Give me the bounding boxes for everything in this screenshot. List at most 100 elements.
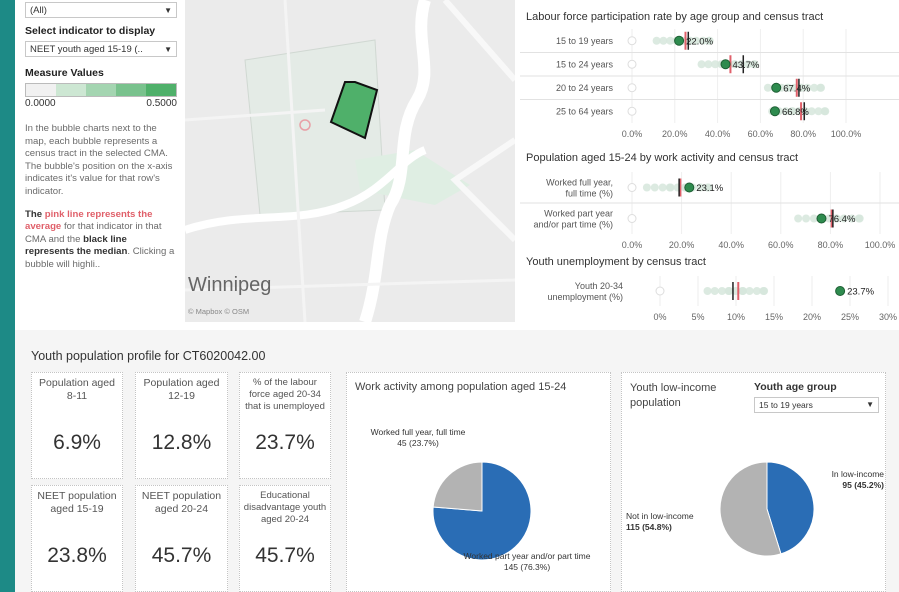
legend-swatch-2 [86, 84, 116, 96]
tract-bubble[interactable] [697, 60, 706, 69]
pie-slice-full-year[interactable] [432, 461, 483, 512]
dashboard: (All) ▼ Select indicator to display NEET… [15, 0, 899, 592]
card-value: 23.7% [255, 431, 315, 454]
work-activity-card: Work activity among population aged 15-2… [346, 372, 611, 592]
low-income-card: Youth low-income population Youth age gr… [621, 372, 886, 592]
tract-bubble[interactable] [763, 83, 772, 92]
tick-label: 0.0% [622, 240, 643, 250]
card-value: 45.7% [255, 544, 315, 567]
tract-bubble[interactable] [802, 214, 811, 223]
row-label: Worked full year, [546, 178, 613, 188]
axis-bubble [627, 106, 637, 116]
selected-value-label: 76.4% [828, 214, 855, 225]
axis-bubble [627, 36, 637, 46]
selected-tract-bubble[interactable] [674, 35, 685, 46]
axis-bubble [627, 83, 637, 93]
tick-label: 60.0% [748, 129, 774, 139]
tract-bubble[interactable] [820, 107, 829, 116]
tract-bubble[interactable] [703, 287, 712, 295]
tick-label: 0% [653, 312, 666, 322]
tract-bubble[interactable] [650, 183, 659, 192]
map-city-label: Winnipeg [188, 274, 272, 296]
wa-slice2-value: 145 (76.3%) [503, 562, 551, 572]
card-neet-15-19: NEET population aged 15-19 23.8% [31, 485, 123, 592]
row-label: 15 to 24 years [556, 59, 614, 69]
row-label: and/or part time (%) [533, 220, 613, 230]
low-income-pie[interactable] [719, 461, 815, 557]
tick-label: 80.0% [818, 240, 844, 250]
chart3-svg[interactable]: Youth 20-34unemployment (%) 23.7% 0% 5% 10% 1… [510, 276, 899, 326]
tract-bubble[interactable] [658, 183, 667, 192]
region-dropdown[interactable]: (All) ▼ [25, 2, 177, 18]
row-label: Youth 20-34 [575, 281, 623, 291]
selected-tract-bubble[interactable] [769, 106, 780, 117]
tick-label: 40.0% [705, 129, 731, 139]
work-activity-pie[interactable] [432, 461, 532, 561]
tract-bubble[interactable] [745, 287, 754, 295]
low-income-title: Youth low-income population [630, 382, 717, 409]
card-title: NEET population aged 20-24 [141, 490, 222, 515]
bubble-charts: Labour force participation rate by age g… [510, 0, 899, 322]
card-title: NEET population aged 15-19 [37, 490, 117, 515]
selected-tract-bubble[interactable] [816, 213, 827, 224]
row-label: unemployment (%) [547, 292, 623, 302]
card-value: 23.8% [47, 544, 107, 567]
chart1-title: Labour force participation rate by age g… [526, 11, 824, 23]
card-unemployed: % of the labour force aged 20-34 that is… [239, 372, 331, 479]
description-text: In the bubble charts next to the map, ea… [25, 123, 173, 197]
li-in-name: In low-income [831, 469, 884, 479]
tract-bubble[interactable] [724, 287, 733, 295]
tract-bubble[interactable] [854, 214, 863, 223]
tick-label: 20.0% [662, 129, 688, 139]
selected-tract-bubble[interactable] [835, 286, 846, 296]
chart1-svg[interactable]: 15 to 19 years 22.0% 15 to 24 years 43.7% 20… [510, 29, 899, 143]
tract-bubble[interactable] [794, 214, 803, 223]
tract-bubble[interactable] [642, 183, 651, 192]
tract-bubble[interactable] [816, 83, 825, 92]
legend-swatch-1 [56, 84, 86, 96]
card-title: % of the labour force aged 20-34 that is… [245, 377, 325, 412]
tract-bubble[interactable] [738, 287, 747, 295]
tract-bubble[interactable] [710, 287, 719, 295]
tract-bubble[interactable] [665, 183, 674, 192]
selected-value-label: 23.7% [847, 287, 874, 298]
tract-bubble[interactable] [704, 60, 713, 69]
selected-value-label: 23.1% [696, 183, 723, 194]
tract-bubble[interactable] [659, 36, 668, 45]
tick-label: 15% [765, 312, 783, 322]
tick-label: 10% [727, 312, 745, 322]
note-the: The [25, 208, 45, 220]
selected-tract-bubble[interactable] [771, 82, 782, 93]
selected-value-label: 66.8% [782, 107, 809, 118]
row-label: 25 to 64 years [556, 106, 614, 116]
selected-tract-bubble[interactable] [720, 59, 731, 70]
tract-bubble[interactable] [652, 36, 661, 45]
axis-bubble [627, 183, 637, 192]
legend-range: 0.0000 0.5000 [25, 98, 177, 109]
legend-max: 0.5000 [146, 98, 177, 109]
map-view[interactable]: Winnipeg © Mapbox © OSM [185, 0, 515, 322]
age-group-label: Youth age group [754, 381, 837, 393]
card-title: Population aged 8-11 [39, 377, 115, 402]
tract-bubble[interactable] [759, 287, 768, 295]
age-group-value: 15 to 19 years [759, 400, 813, 410]
selected-value-label: 67.4% [783, 83, 810, 94]
wa-slice2-name: Worked part year and/or part time [463, 551, 591, 561]
li-in-value: 95 (45.2%) [842, 480, 884, 490]
card-title: Educational disadvantage youth aged 20-2… [243, 490, 327, 525]
map-credit[interactable]: © Mapbox © OSM [188, 307, 249, 316]
wa-slice1-name: Worked full year, full time [370, 427, 466, 437]
indicator-label: Select indicator to display [25, 25, 156, 37]
chart2-svg[interactable]: Worked full year,full time (%) 23.1% Worke… [510, 172, 899, 254]
wa-slice1-label: Worked full year, full time 45 (23.7%) [363, 427, 473, 449]
age-group-dropdown[interactable]: 15 to 19 years ▼ [754, 397, 879, 413]
legend-min: 0.0000 [25, 98, 56, 109]
li-not-label: Not in low-income 115 (54.8%) [626, 511, 718, 533]
chevron-down-icon: ▼ [164, 6, 172, 15]
card-neet-20-24: NEET population aged 20-24 45.7% [135, 485, 228, 592]
selected-tract-bubble[interactable] [684, 182, 695, 193]
axis-bubble [627, 214, 637, 223]
card-value: 45.7% [151, 544, 212, 567]
indicator-dropdown[interactable]: NEET youth aged 15-19 (.. ▼ [25, 41, 177, 57]
tick-label: 20% [803, 312, 821, 322]
